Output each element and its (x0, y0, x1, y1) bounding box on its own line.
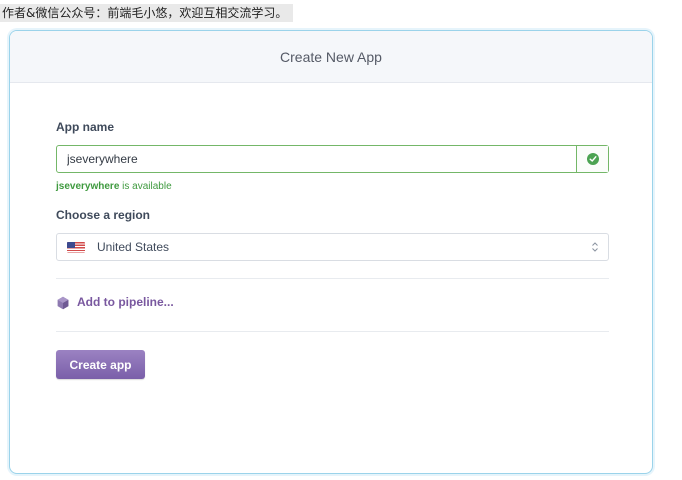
add-to-pipeline-link[interactable]: Add to pipeline... (56, 295, 174, 310)
pipeline-hexagon-icon (56, 295, 70, 310)
check-circle-icon (586, 153, 599, 165)
availability-status: is available (119, 181, 172, 192)
available-app-name: jseverywhere (56, 181, 120, 192)
updown-arrows-icon (590, 241, 600, 253)
watermark-text: 作者&微信公众号：前端毛小悠，欢迎互相交流学习。 (0, 4, 294, 22)
region-label: Choose a region (56, 208, 151, 222)
us-flag-icon (67, 241, 85, 253)
watermark-bar: 作者&微信公众号：前端毛小悠，欢迎互相交流学习。 (0, 0, 682, 24)
add-to-pipeline-label: Add to pipeline... (77, 295, 174, 309)
create-app-button[interactable]: Create app (56, 350, 145, 379)
section-divider (56, 278, 609, 279)
region-select[interactable]: United States (56, 233, 609, 261)
dialog-title: Create New App (280, 48, 382, 65)
dialog-content: App name jseverywhere is available Choos… (56, 83, 609, 473)
section-divider (56, 331, 609, 332)
dialog-header: Create New App (10, 31, 652, 83)
app-name-input[interactable] (57, 146, 576, 172)
region-selected-value: United States (97, 240, 170, 254)
app-name-field-wrap (56, 145, 609, 173)
create-app-dialog: Create New App App name jseverywhere is … (9, 30, 653, 474)
validation-addon (576, 146, 608, 172)
app-name-label: App name (56, 120, 115, 134)
availability-message: jseverywhere is available (56, 181, 172, 192)
